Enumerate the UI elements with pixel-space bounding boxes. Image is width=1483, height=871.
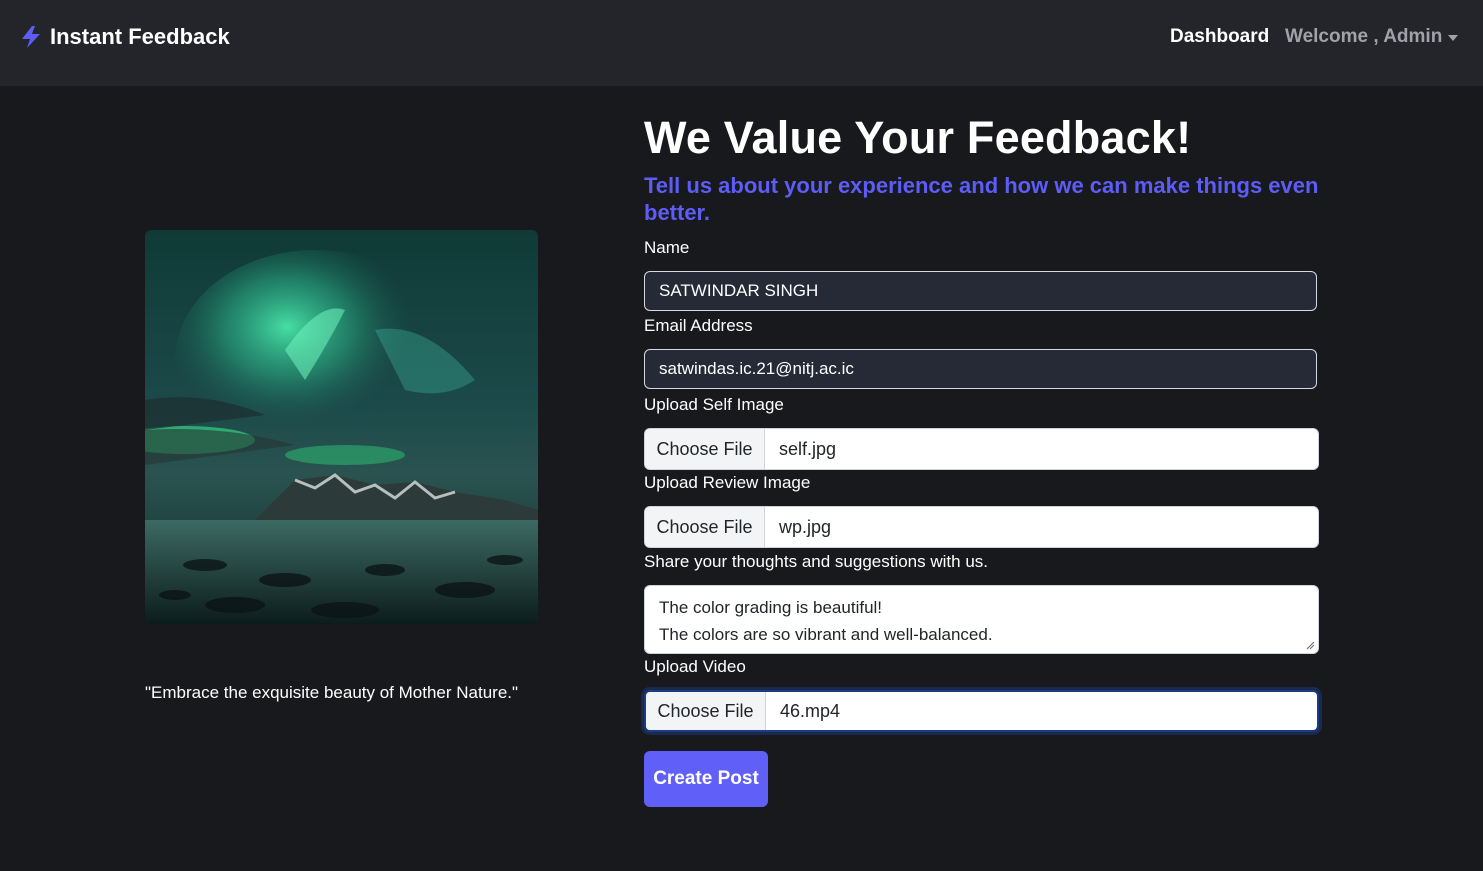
brand-link[interactable]: Instant Feedback [18,24,230,50]
email-value: satwindas.ic.21@nitj.ac.ic [659,359,854,378]
name-value: SATWINDAR SINGH [659,281,819,300]
page-title: We Value Your Feedback! [644,112,1192,163]
review-image-label: Upload Review Image [644,473,811,492]
video-choose-button[interactable]: Choose File [646,692,766,730]
aurora-image [145,230,538,624]
video-label: Upload Video [644,657,746,676]
navbar: Instant Feedback Dashboard Welcome , Adm… [0,0,1483,86]
thoughts-line-1: The color grading is beautiful! [659,598,883,617]
welcome-text: Welcome , Admin [1285,26,1443,47]
lightning-bolt-icon [22,26,40,48]
name-label: Name [644,238,690,257]
chevron-down-icon [1448,35,1459,41]
self-image-filename: self.jpg [779,438,837,459]
email-label: Email Address [644,316,753,335]
self-image-choose-button[interactable]: Choose File [645,429,765,469]
create-post-button[interactable]: Create Post [644,751,768,807]
thoughts-line-2: The colors are so vibrant and well-balan… [659,625,993,644]
page-subtitle: Tell us about your experience and how we… [644,173,1319,225]
thoughts-textarea[interactable]: The color grading is beautiful! The colo… [644,585,1319,654]
video-filename: 46.mp4 [780,700,841,721]
name-input[interactable]: SATWINDAR SINGH [644,271,1317,311]
nav-dashboard-link[interactable]: Dashboard [1170,26,1269,48]
brand-name: Instant Feedback [50,24,230,49]
review-image-file-input[interactable]: Choose File wp.jpg [644,506,1319,548]
email-input[interactable]: satwindas.ic.21@nitj.ac.ic [644,349,1317,389]
thoughts-label: Share your thoughts and suggestions with… [644,552,988,571]
review-image-filename: wp.jpg [779,516,832,537]
user-menu-dropdown[interactable]: Welcome , Admin [1285,26,1459,48]
resize-grip-icon[interactable] [1306,641,1315,650]
nature-quote: "Embrace the exquisite beauty of Mother … [145,683,519,702]
self-image-label: Upload Self Image [644,395,784,414]
video-file-input[interactable]: Choose File 46.mp4 [644,690,1319,732]
review-image-choose-button[interactable]: Choose File [645,507,765,547]
self-image-file-input[interactable]: Choose File self.jpg [644,428,1319,470]
